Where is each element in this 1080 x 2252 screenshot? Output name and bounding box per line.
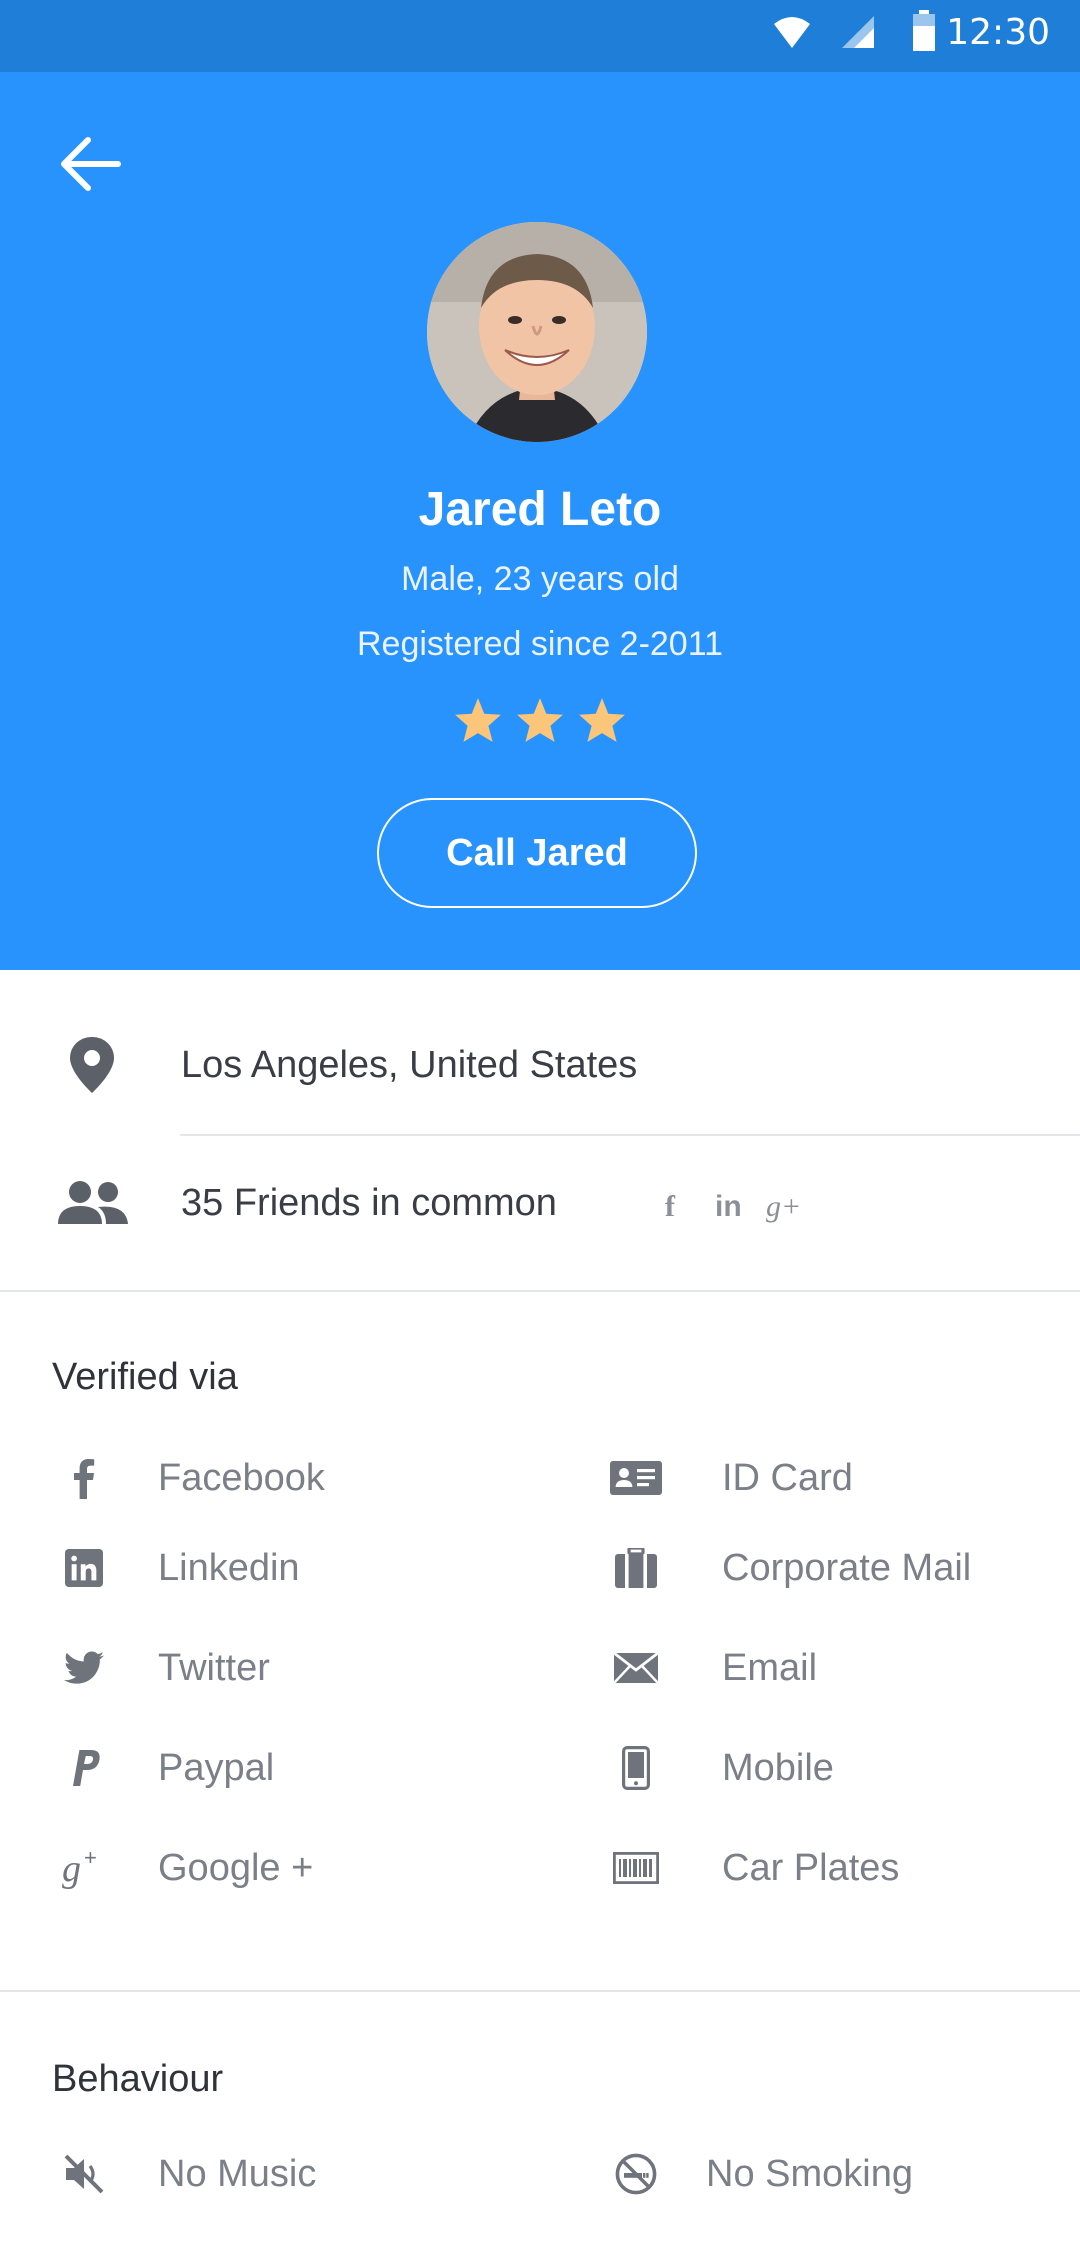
wifi-icon xyxy=(774,17,810,48)
linkedin-mini-icon[interactable]: in xyxy=(715,1190,742,1224)
linkedin-icon xyxy=(65,1549,103,1587)
verified-title: Verified via xyxy=(52,1356,238,1398)
googleplus-icon: g + xyxy=(62,1847,97,1889)
verified-paypal: Paypal xyxy=(52,1744,274,1792)
registered-since: Registered since 2-2011 xyxy=(356,625,724,663)
star-icon xyxy=(517,698,563,742)
facebook-mini-icon[interactable]: f xyxy=(665,1190,675,1224)
verified-mobile: Mobile xyxy=(604,1744,834,1792)
verified-label: Paypal xyxy=(158,1746,275,1789)
divider xyxy=(180,1134,1080,1136)
verified-facebook: Facebook xyxy=(52,1454,325,1502)
star-icon xyxy=(579,698,625,742)
verified-label: ID Card xyxy=(722,1456,853,1499)
verified-email: Email xyxy=(604,1644,817,1692)
divider xyxy=(0,1990,1080,1992)
mobile-phone-icon xyxy=(622,1746,650,1790)
behaviour-label: No Smoking xyxy=(706,2152,913,2195)
behaviour-no-music: No Music xyxy=(52,2150,316,2198)
envelope-icon xyxy=(613,1652,659,1684)
behaviour-title: Behaviour xyxy=(52,2058,224,2100)
twitter-icon xyxy=(64,1651,104,1684)
verified-carplates: Car Plates xyxy=(604,1844,899,1892)
battery-icon xyxy=(913,10,935,51)
location-row: Los Angeles, United States xyxy=(0,1010,1080,1120)
friends-text: 35 Friends in common xyxy=(181,1181,557,1224)
briefcase-icon xyxy=(615,1548,657,1588)
friends-row[interactable]: 35 Friends in common xyxy=(0,1148,1080,1258)
status-bar: 12:30 xyxy=(0,0,1080,72)
verified-linkedin: Linkedin xyxy=(52,1544,300,1592)
svg-text:+: + xyxy=(84,1847,97,1870)
googleplus-mini-icon[interactable]: g+ xyxy=(766,1190,801,1224)
location-text: Los Angeles, United States xyxy=(181,1043,638,1086)
verified-label: Google + xyxy=(158,1846,314,1889)
profile-name: Jared Leto xyxy=(418,483,662,536)
verified-label: Email xyxy=(722,1646,818,1689)
star-icon xyxy=(455,698,501,742)
back-button[interactable] xyxy=(50,124,130,204)
behaviour-label: No Music xyxy=(158,2152,317,2195)
verified-twitter: Twitter xyxy=(52,1644,270,1692)
verified-label: Twitter xyxy=(158,1646,270,1689)
divider xyxy=(0,1290,1080,1292)
status-time: 12:30 xyxy=(946,12,1050,53)
svg-text:g: g xyxy=(62,1848,81,1889)
people-icon xyxy=(58,1181,128,1224)
behaviour-no-smoking: No Smoking xyxy=(604,2150,913,2198)
verified-label: Corporate Mail xyxy=(722,1546,972,1589)
verified-idcard: ID Card xyxy=(604,1454,853,1502)
location-pin-icon xyxy=(70,1037,114,1093)
verified-label: Car Plates xyxy=(722,1846,900,1889)
verified-label: Facebook xyxy=(158,1456,325,1499)
verified-label: Mobile xyxy=(722,1746,834,1789)
call-button[interactable]: Call Jared xyxy=(377,798,697,908)
id-card-icon xyxy=(610,1461,662,1495)
barcode-icon xyxy=(613,1852,659,1884)
verified-corporatemail: Corporate Mail xyxy=(604,1544,971,1592)
signal-icon xyxy=(842,16,874,48)
rating-stars xyxy=(0,696,1080,744)
no-smoking-icon xyxy=(615,2153,657,2195)
verified-googleplus: g + Google + xyxy=(52,1844,313,1892)
volume-off-icon xyxy=(64,2154,104,2194)
paypal-icon xyxy=(73,1750,100,1786)
avatar xyxy=(427,222,647,442)
gender-age: Male, 23 years old xyxy=(401,560,679,598)
profile-header: Jared Leto Male, 23 years old Registered… xyxy=(0,72,1080,970)
verified-label: Linkedin xyxy=(158,1546,300,1589)
arrow-back-icon xyxy=(61,137,121,191)
facebook-icon xyxy=(74,1459,95,1499)
